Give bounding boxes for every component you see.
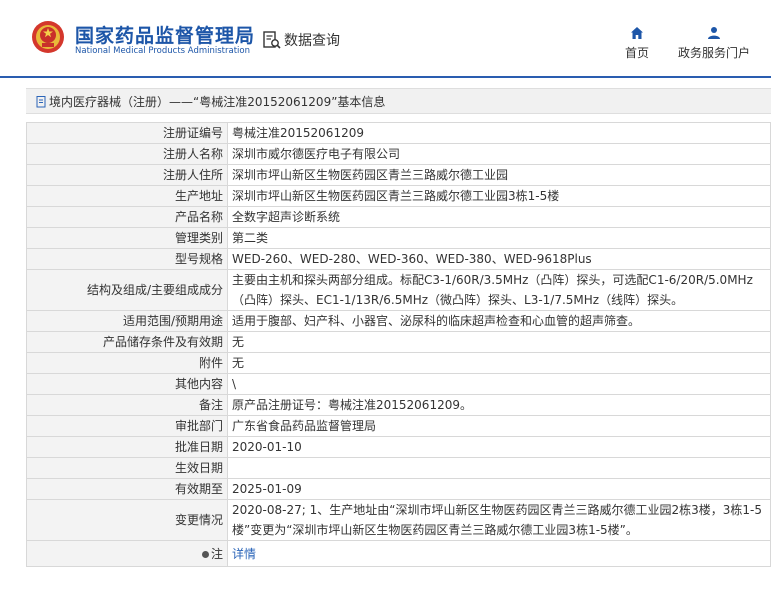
home-icon xyxy=(631,27,643,39)
national-emblem-icon xyxy=(32,21,64,53)
row-key: 型号规格 xyxy=(26,248,228,270)
table-row: 附件无 xyxy=(26,352,771,374)
data-query-link[interactable]: 数据查询 xyxy=(262,30,340,50)
row-value: 详情 xyxy=(227,540,771,567)
table-row: 备注 原产品注册证号：粤械注准20152061209。 xyxy=(26,394,771,416)
row-value: 适用于腹部、妇产科、小器官、泌尿科的临床超声检查和心血管的超声筛查。 xyxy=(227,310,771,332)
table-row: 有效期至 2025-01-09 xyxy=(26,478,771,500)
row-key: 备注 xyxy=(26,394,228,416)
pin-icon xyxy=(201,550,209,558)
row-value: WED-260、WED-280、WED-360、WED-380、WED-9618… xyxy=(227,248,771,270)
document-search-icon xyxy=(263,31,281,49)
row-key: 附件 xyxy=(26,352,228,374)
device-info-table: 注册证编号 粤械注准20152061209 注册人名称 深圳市威尔德医疗电子有限公司注… xyxy=(26,122,771,567)
table-row: 生效日期 xyxy=(26,457,771,479)
details-link[interactable]: 详情 xyxy=(232,547,256,561)
breadcrumb-text: 境内医疗器械（注册）——“粤械注准20152061209”基本信息 xyxy=(49,95,386,109)
row-key: 批准日期 xyxy=(26,436,228,458)
table-row: 注册证编号 粤械注准20152061209 xyxy=(26,122,771,144)
table-row: 适用范围/预期用途 适用于腹部、妇产科、小器官、泌尿科的临床超声检查和心血管的超声… xyxy=(26,310,771,332)
nav-home-label: 首页 xyxy=(624,46,649,60)
row-value: 第二类 xyxy=(227,227,771,249)
nav-service-portal-label: 政务服务门户 xyxy=(677,46,750,60)
table-row: 产品储存条件及有效期无 xyxy=(26,331,771,353)
site-logo-title: 国家药品监督管理局 xyxy=(75,25,256,47)
row-key: 有效期至 xyxy=(26,478,228,500)
user-icon xyxy=(708,27,720,39)
row-key: 管理类别 xyxy=(26,227,228,249)
row-value: 深圳市坪山新区生物医药园区青兰三路威尔德工业园3栋1-5楼 xyxy=(227,185,771,207)
row-key: 产品名称 xyxy=(26,206,228,228)
data-query-label: 数据查询 xyxy=(284,33,340,49)
row-value: 原产品注册证号：粤械注准20152061209。 xyxy=(227,394,771,416)
row-value: 深圳市威尔德医疗电子有限公司 xyxy=(227,143,771,165)
table-row: 其他内容 \ xyxy=(26,373,771,395)
document-icon xyxy=(36,96,46,108)
row-key: 注册人名称 xyxy=(26,143,228,165)
note-key: 注 xyxy=(210,546,223,561)
row-key: 适用范围/预期用途 xyxy=(26,310,228,332)
row-value: 无 xyxy=(227,352,771,374)
row-value: 2020-01-10 xyxy=(227,436,771,458)
row-key: 生产地址 xyxy=(26,185,228,207)
row-value: 深圳市坪山新区生物医药园区青兰三路威尔德工业园 xyxy=(227,164,771,186)
table-row: 结构及组成/主要组成成分 主要由主机和探头两部分组成。标配C3-1/60R/3.5… xyxy=(26,269,771,311)
row-value: 无 xyxy=(227,331,771,353)
row-value xyxy=(227,457,771,479)
row-key: 注册人住所 xyxy=(26,164,228,186)
table-row: 批准日期 2020-01-10 xyxy=(26,436,771,458)
table-row: 产品名称 全数字超声诊断系统 xyxy=(26,206,771,228)
table-row: 型号规格 WED-260、WED-280、WED-360、WED-380、WED-… xyxy=(26,248,771,270)
row-key: 注 xyxy=(26,540,228,567)
row-key: 其他内容 xyxy=(26,373,228,395)
row-key: 审批部门 xyxy=(26,415,228,437)
row-key: 注册证编号 xyxy=(26,122,228,144)
row-value: \ xyxy=(227,373,771,395)
row-value: 粤械注准20152061209 xyxy=(227,122,771,144)
nav-service-portal[interactable]: 政务服务门户 xyxy=(670,26,758,61)
breadcrumb: 境内医疗器械（注册）——“粤械注准20152061209”基本信息 xyxy=(26,88,771,114)
row-value: 2025-01-09 xyxy=(227,478,771,500)
table-row: 生产地址 深圳市坪山新区生物医药园区青兰三路威尔德工业园3栋1-5楼 xyxy=(26,185,771,207)
row-value: 全数字超声诊断系统 xyxy=(227,206,771,228)
row-value: 广东省食品药品监督管理局 xyxy=(227,415,771,437)
site-logo-subtitle: National Medical Products Administration xyxy=(75,46,250,56)
row-key: 产品储存条件及有效期 xyxy=(26,331,228,353)
row-value: 2020-08-27; 1、生产地址由“深圳市坪山新区生物医药园区青兰三路威尔德… xyxy=(227,499,771,541)
table-row: 管理类别 第二类 xyxy=(26,227,771,249)
table-row: 注册人名称 深圳市威尔德医疗电子有限公司 xyxy=(26,143,771,165)
row-key: 结构及组成/主要组成成分 xyxy=(26,269,228,311)
row-key: 生效日期 xyxy=(26,457,228,479)
table-row: 注册人住所 深圳市坪山新区生物医药园区青兰三路威尔德工业园 xyxy=(26,164,771,186)
nav-home[interactable]: 首页 xyxy=(618,26,656,61)
site-header: 国家药品监督管理局 National Medical Products Admi… xyxy=(0,0,771,78)
table-row: 变更情况 2020-08-27; 1、生产地址由“深圳市坪山新区生物医药园区青兰三… xyxy=(26,499,771,541)
row-value: 主要由主机和探头两部分组成。标配C3-1/60R/3.5MHz（凸阵）探头，可选… xyxy=(227,269,771,311)
table-row-note: 注 详情 xyxy=(26,540,771,567)
row-key: 变更情况 xyxy=(26,499,228,541)
table-row: 审批部门 广东省食品药品监督管理局 xyxy=(26,415,771,437)
